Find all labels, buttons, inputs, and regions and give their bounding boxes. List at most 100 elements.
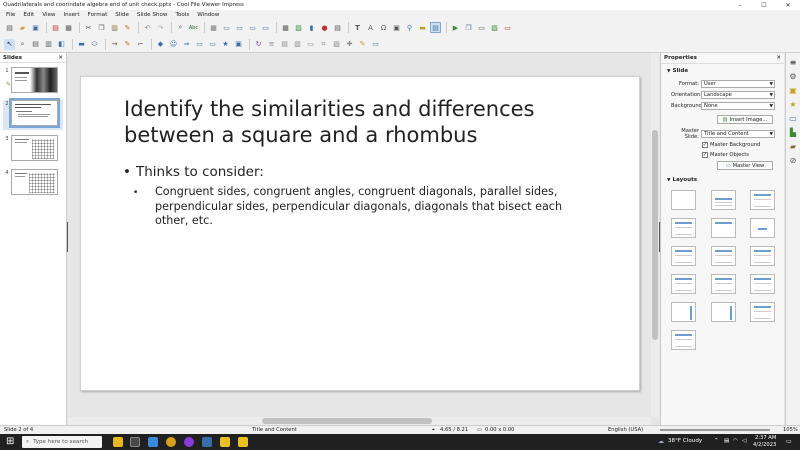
- slide-thumbnail-3[interactable]: 3: [3, 135, 63, 165]
- widget-icon[interactable]: [113, 437, 123, 447]
- align-icon[interactable]: ≡: [266, 39, 277, 50]
- connector-icon[interactable]: ⌐: [135, 39, 146, 50]
- network-icon[interactable]: ▤: [724, 438, 729, 444]
- photo-album-icon[interactable]: ▣: [391, 22, 402, 33]
- layout-2content-title[interactable]: [671, 246, 696, 266]
- master-background-checkbox[interactable]: ✓ Master Background: [702, 141, 760, 148]
- transition-icon[interactable]: ▨: [489, 22, 500, 33]
- text-box-icon[interactable]: T: [352, 22, 363, 33]
- bullet-level-2[interactable]: • Congruent sides, congruent angles, cong…: [133, 185, 573, 229]
- layout-vertical-title[interactable]: [671, 302, 696, 322]
- slide-canvas[interactable]: Identify the similarities and difference…: [80, 76, 640, 391]
- fontwork-icon[interactable]: A: [365, 22, 376, 33]
- language-status[interactable]: English (USA): [608, 427, 643, 433]
- callouts-icon[interactable]: ▭: [207, 39, 218, 50]
- layout-title-2content[interactable]: [671, 218, 696, 238]
- layout-title-4content[interactable]: [711, 274, 736, 294]
- menu-format[interactable]: Format: [84, 12, 112, 18]
- animation-icon[interactable]: ★: [788, 99, 798, 109]
- slides-panel-close-icon[interactable]: ✕: [58, 55, 63, 61]
- menu-slide[interactable]: Slide: [111, 12, 133, 18]
- new-document-icon[interactable]: ▤: [4, 22, 15, 33]
- toggle-extrusion-icon[interactable]: ✎: [357, 39, 368, 50]
- shadow-toggle-icon[interactable]: ▭: [305, 39, 316, 50]
- gluepoint-icon[interactable]: ✚: [344, 39, 355, 50]
- properties-icon[interactable]: ⚙: [788, 71, 798, 81]
- menu-view[interactable]: View: [38, 12, 59, 18]
- display-views-icon[interactable]: ▭: [221, 22, 232, 33]
- weather-status[interactable]: 38°F Cloudy: [668, 438, 702, 444]
- master-view-button[interactable]: ▭ Master View: [717, 161, 773, 170]
- master-slide-select[interactable]: Title and Content ▼: [701, 130, 775, 138]
- duplicate-slide-icon[interactable]: ❐: [463, 22, 474, 33]
- arrange-icon[interactable]: ▤: [279, 39, 290, 50]
- hide-slide-icon[interactable]: ▭: [502, 22, 513, 33]
- menu-file[interactable]: File: [2, 12, 19, 18]
- layout-2content-content[interactable]: [750, 246, 775, 266]
- stars-icon[interactable]: ★: [220, 39, 231, 50]
- layout-centered-text[interactable]: [750, 218, 775, 238]
- font-color-icon[interactable]: ◧: [56, 39, 67, 50]
- flowchart-icon[interactable]: ▭: [194, 39, 205, 50]
- slide-layout-icon[interactable]: ▭: [260, 22, 271, 33]
- background-select[interactable]: None ▼: [701, 102, 775, 110]
- chrome-icon[interactable]: [166, 437, 176, 447]
- slide-thumbnail-1[interactable]: 1: [3, 67, 63, 97]
- layout-title-only[interactable]: [711, 218, 736, 238]
- edge-icon[interactable]: [148, 437, 158, 447]
- zoom-icon[interactable]: ⌕: [17, 39, 28, 50]
- master-slides-icon[interactable]: ▭: [788, 113, 798, 123]
- layout-title-vertical-2[interactable]: [671, 330, 696, 350]
- hyperlink-icon[interactable]: ⚲: [404, 22, 415, 33]
- table-icon[interactable]: ▦: [280, 22, 291, 33]
- zoom-slider[interactable]: [660, 429, 770, 431]
- slide-transition-icon[interactable]: ▣: [788, 85, 798, 95]
- layouts-section-header[interactable]: ▼ Layouts: [663, 177, 697, 183]
- media-icon[interactable]: ●: [319, 22, 330, 33]
- format-select[interactable]: User ▼: [701, 80, 775, 88]
- file-explorer-icon[interactable]: [220, 437, 230, 447]
- ellipse-shape-icon[interactable]: ⬭: [89, 39, 100, 50]
- grid-icon[interactable]: ▦: [208, 22, 219, 33]
- layout-blank[interactable]: [671, 190, 696, 210]
- filter-icon[interactable]: ▨: [331, 39, 342, 50]
- master-slide-icon[interactable]: ▭: [234, 22, 245, 33]
- menu-tools[interactable]: Tools: [171, 12, 193, 18]
- maximize-button[interactable]: ☐: [752, 0, 776, 10]
- clock-time[interactable]: 2:37 AM: [755, 435, 776, 441]
- volume-icon[interactable]: ◁: [742, 438, 746, 444]
- basic-shapes-icon[interactable]: ◆: [155, 39, 166, 50]
- layout-title-content[interactable]: [750, 190, 775, 210]
- folder-icon[interactable]: [238, 437, 248, 447]
- clock-date[interactable]: 4/2/2023: [753, 442, 776, 448]
- comment-icon[interactable]: ▬: [417, 22, 428, 33]
- browser-icon[interactable]: [184, 437, 194, 447]
- slide-section-header[interactable]: ▼ Slide: [663, 68, 688, 74]
- zoom-level[interactable]: 105%: [783, 427, 798, 433]
- text-icon[interactable]: ▤: [30, 39, 41, 50]
- taskbar-search-box[interactable]: ⌕ Type here to search: [22, 436, 102, 448]
- new-slide-icon[interactable]: ▭: [247, 22, 258, 33]
- image-icon[interactable]: ▨: [293, 22, 304, 33]
- rotate-icon[interactable]: ↻: [253, 39, 264, 50]
- start-slideshow-icon[interactable]: ▶: [450, 22, 461, 33]
- cut-icon[interactable]: ✂: [83, 22, 94, 33]
- save-icon[interactable]: ▣: [30, 22, 41, 33]
- menu-insert[interactable]: Insert: [60, 12, 84, 18]
- symbol-shapes-icon[interactable]: ☺: [168, 39, 179, 50]
- clone-formatting-icon[interactable]: ✎: [122, 22, 133, 33]
- select-arrow-icon[interactable]: ↖: [4, 38, 15, 50]
- task-view-icon[interactable]: [130, 437, 140, 447]
- close-window-button[interactable]: ✕: [776, 0, 800, 10]
- rectangle-shape-icon[interactable]: ▬: [76, 39, 87, 50]
- menu-edit[interactable]: Edit: [19, 12, 38, 18]
- layout-title-vertical[interactable]: [750, 302, 775, 322]
- block-arrows-icon[interactable]: ⇒: [181, 39, 192, 50]
- special-character-icon[interactable]: Ω: [378, 22, 389, 33]
- horizontal-scroll-thumb[interactable]: [262, 418, 432, 424]
- selected-toggle-icon[interactable]: ▤: [430, 22, 441, 33]
- layout-content-2content[interactable]: [711, 246, 736, 266]
- undo-icon[interactable]: ↶: [142, 22, 153, 33]
- distribute-icon[interactable]: ▥: [292, 39, 303, 50]
- crop-icon[interactable]: ⌗: [318, 39, 329, 50]
